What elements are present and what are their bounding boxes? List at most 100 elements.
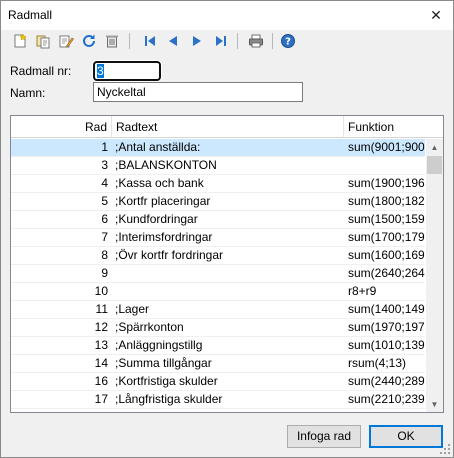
table-row[interactable]: 6;Kundfordringarsum(1500;1599) — [11, 211, 425, 229]
radtext-cell[interactable]: ;Obeskattade res — [112, 409, 344, 412]
rad-cell[interactable]: 17 — [11, 391, 112, 408]
table-row[interactable]: 7;Interimsfordringarsum(1700;1799) — [11, 229, 425, 247]
print-icon[interactable] — [246, 31, 266, 51]
vertical-scrollbar[interactable]: ▲ ▼ — [426, 139, 443, 412]
funktion-cell[interactable]: sum(1500;1599) — [344, 211, 425, 228]
grid-rows: 1;Antal anställda:sum(9001;9002)3;BALANS… — [11, 139, 425, 412]
rad-cell[interactable]: 1 — [11, 139, 112, 156]
table-row[interactable]: 17;Långfristiga skuldersum(2210;2399) — [11, 391, 425, 409]
resize-grip-icon[interactable] — [439, 443, 451, 455]
rad-cell[interactable]: 3 — [11, 157, 112, 174]
table-row[interactable]: 11;Lagersum(1400;1499) — [11, 301, 425, 319]
radtext-cell[interactable]: ;Långfristiga skulder — [112, 391, 344, 408]
row-template-grid[interactable]: Rad Radtext Funktion 1 ;Antal anställda: s… — [10, 115, 444, 413]
radtext-cell[interactable] — [112, 283, 344, 300]
last-record-icon[interactable] — [211, 31, 231, 51]
toolbar-separator — [237, 33, 238, 49]
funktion-cell[interactable]: sum(1400;1499) — [344, 301, 425, 318]
window-title: Radmall — [8, 8, 53, 22]
column-header-radtext[interactable]: Radtext — [112, 116, 344, 138]
edit-icon[interactable] — [56, 31, 76, 51]
funktion-cell[interactable]: rsum(4;13) — [344, 355, 425, 372]
rad-cell[interactable]: 18 — [11, 409, 112, 412]
table-row[interactable]: 5;Kortfr placeringarsum(1800;1820) — [11, 193, 425, 211]
funktion-cell[interactable] — [344, 157, 425, 174]
rad-cell[interactable]: 16 — [11, 373, 112, 390]
table-row[interactable]: 1;Antal anställda:sum(9001;9002) — [11, 139, 425, 157]
toolbar-separator — [129, 33, 130, 49]
funktion-cell[interactable]: sum(1800;1820) — [344, 193, 425, 210]
radtext-cell[interactable]: ;Interimsfordringar — [112, 229, 344, 246]
column-header-funktion[interactable]: Funktion — [344, 116, 426, 138]
radtext-cell[interactable]: ;Summa tillgångar — [112, 355, 344, 372]
radtext-cell[interactable]: ;Övr kortfr fordringar — [112, 247, 344, 264]
ok-button[interactable]: OK — [369, 425, 443, 448]
table-row[interactable]: 9 sum(2640;2645) — [11, 265, 425, 283]
radtext-cell[interactable]: ;Anläggningstillg — [112, 337, 344, 354]
rad-cell[interactable]: 10 — [11, 283, 112, 300]
radtext-cell[interactable]: ;Spärrkonton — [112, 319, 344, 336]
table-row[interactable]: 18;Obeskattade ressum(2100;2199) — [11, 409, 425, 412]
first-record-icon[interactable] — [140, 31, 160, 51]
rad-cell[interactable]: 4 — [11, 175, 112, 192]
grid-header: Rad Radtext Funktion — [11, 116, 443, 138]
rad-cell[interactable]: 14 — [11, 355, 112, 372]
table-row[interactable]: 14 ;Summa tillgångar rsum(4;13) — [11, 355, 425, 373]
delete-icon[interactable] — [102, 31, 122, 51]
table-row[interactable]: 12;Spärrkontonsum(1970;1979) — [11, 319, 425, 337]
rad-cell[interactable]: 11 — [11, 301, 112, 318]
rad-cell[interactable]: 6 — [11, 211, 112, 228]
svg-text:?: ? — [285, 37, 291, 48]
toolbar: ? — [2, 30, 452, 52]
namn-input[interactable] — [93, 82, 303, 102]
radtext-cell[interactable]: ;Kortfristiga skulder — [112, 373, 344, 390]
radmall-nr-label: Radmall nr: — [10, 64, 72, 78]
rad-cell[interactable]: 9 — [11, 265, 112, 282]
radtext-cell[interactable]: ;Kortfr placeringar — [112, 193, 344, 210]
table-row[interactable]: 3 ;BALANSKONTON — [11, 157, 425, 175]
radtext-cell[interactable]: ;Kassa och bank — [112, 175, 344, 192]
next-record-icon[interactable] — [187, 31, 207, 51]
funktion-cell[interactable]: sum(9001;9002) — [344, 139, 425, 156]
radtext-cell[interactable]: ;BALANSKONTON — [112, 157, 344, 174]
scroll-thumb[interactable] — [427, 156, 442, 174]
previous-record-icon[interactable] — [163, 31, 183, 51]
radmall-dialog: Radmall ✕ ? Radmall nr: 3 Namn: Nyckelta… — [0, 0, 454, 458]
funktion-cell[interactable]: sum(1970;1979) — [344, 319, 425, 336]
copy-icon[interactable] — [33, 31, 53, 51]
radtext-cell[interactable]: ;Kundfordringar — [112, 211, 344, 228]
scroll-down-icon[interactable]: ▼ — [426, 396, 443, 412]
funktion-cell[interactable]: sum(2440;2899) — [344, 373, 425, 390]
table-row[interactable]: 4;Kassa och banksum(1900;1969) — [11, 175, 425, 193]
funktion-cell[interactable]: sum(2640;2645) — [344, 265, 425, 282]
rad-cell[interactable]: 13 — [11, 337, 112, 354]
funktion-cell[interactable]: r8+r9 — [344, 283, 425, 300]
table-row[interactable]: 13;Anläggningstillgsum(1010;1390) — [11, 337, 425, 355]
column-header-rad[interactable]: Rad — [11, 116, 112, 138]
help-icon[interactable]: ? — [278, 31, 298, 51]
rad-cell[interactable]: 12 — [11, 319, 112, 336]
rad-cell[interactable]: 8 — [11, 247, 112, 264]
insert-row-button[interactable]: Infoga rad — [287, 425, 361, 448]
table-row[interactable]: 8;Övr kortfr fordringarsum(1600;1699) — [11, 247, 425, 265]
funktion-cell[interactable]: sum(1010;1390) — [344, 337, 425, 354]
table-row[interactable]: 16;Kortfristiga skuldersum(2440;2899) — [11, 373, 425, 391]
refresh-icon[interactable] — [79, 31, 99, 51]
rad-cell[interactable]: 7 — [11, 229, 112, 246]
close-button[interactable]: ✕ — [419, 1, 453, 30]
funktion-cell[interactable]: sum(1900;1969) — [344, 175, 425, 192]
funktion-cell[interactable]: sum(1600;1699) — [344, 247, 425, 264]
scroll-up-icon[interactable]: ▲ — [426, 139, 443, 156]
table-row[interactable]: 10 r8+r9 — [11, 283, 425, 301]
funktion-cell[interactable]: sum(1700;1799) — [344, 229, 425, 246]
funktion-cell[interactable]: sum(2100;2199) — [344, 409, 425, 412]
radmall-nr-input[interactable] — [92, 60, 162, 82]
rad-cell[interactable]: 5 — [11, 193, 112, 210]
radtext-cell[interactable]: ;Lager — [112, 301, 344, 318]
radtext-cell[interactable] — [112, 265, 344, 282]
title-bar[interactable]: Radmall ✕ — [1, 1, 453, 30]
toolbar-separator — [272, 33, 273, 49]
new-icon[interactable] — [10, 31, 30, 51]
radtext-cell[interactable]: ;Antal anställda: — [112, 139, 344, 156]
funktion-cell[interactable]: sum(2210;2399) — [344, 391, 425, 408]
